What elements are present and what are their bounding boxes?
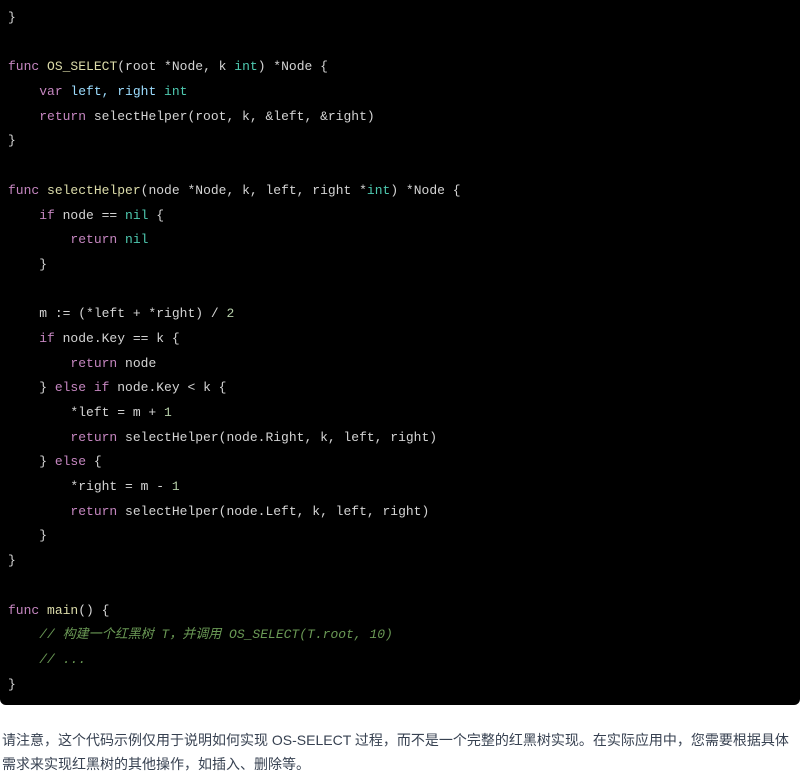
type-int: int [367,183,390,198]
nil-literal: nil [125,208,148,223]
code-text: node == [55,208,125,223]
keyword-if: if [39,331,55,346]
explanatory-paragraph: 请注意，这个代码示例仅用于说明如何实现 OS-SELECT 过程，而不是一个完整… [0,729,800,777]
code-text: selectHelper(node.Left, k, left, right) [117,504,429,519]
keyword-func: func [8,59,39,74]
function-name: main [47,603,78,618]
keyword-func: func [8,183,39,198]
function-name: OS_SELECT [47,59,117,74]
nil-literal: nil [117,232,148,247]
code-text: *left = m + [70,405,164,420]
code-text: { [148,208,164,223]
keyword-return: return [39,109,86,124]
comment-line: // 构建一个红黑树 T，并调用 OS_SELECT(T.root, 10) [39,627,393,642]
code-text: *right = m - [70,479,171,494]
code-text: { [86,454,102,469]
keyword-return: return [70,232,117,247]
keyword-else: else [55,454,86,469]
code-text: (node *Node, k, left, right * [141,183,367,198]
code-line: } [39,257,47,272]
function-name: selectHelper [47,183,141,198]
number-literal: 1 [172,479,180,494]
type-int: int [164,84,187,99]
code-text: } [39,454,55,469]
code-line: } [39,528,47,543]
keyword-return: return [70,430,117,445]
code-line: } [8,133,16,148]
code-text: selectHelper(root, k, &left, &right) [86,109,375,124]
code-text: } [39,380,55,395]
identifiers: left, right [63,84,164,99]
code-line: } [8,553,16,568]
number-literal: 1 [164,405,172,420]
keyword-else: else [55,380,86,395]
keyword-func: func [8,603,39,618]
type-int: int [234,59,257,74]
keyword-if: if [86,380,109,395]
keyword-return: return [70,356,117,371]
code-text: node.Key < k { [109,380,226,395]
code-line: } [8,10,16,25]
code-line: } [8,677,16,692]
code-text: ) *Node { [258,59,328,74]
code-block: } func OS_SELECT(root *Node, k int) *Nod… [0,0,800,705]
code-text: node.Key == k { [55,331,180,346]
keyword-return: return [70,504,117,519]
code-text: ) *Node { [390,183,460,198]
number-literal: 2 [226,306,234,321]
keyword-if: if [39,208,55,223]
code-text: () { [78,603,109,618]
keyword-var: var [39,84,62,99]
code-text: node [117,356,156,371]
comment-line: // ... [39,652,86,667]
code-text: m := (*left + *right) / [39,306,226,321]
code-text: selectHelper(node.Right, k, left, right) [117,430,437,445]
code-text: (root *Node, k [117,59,234,74]
